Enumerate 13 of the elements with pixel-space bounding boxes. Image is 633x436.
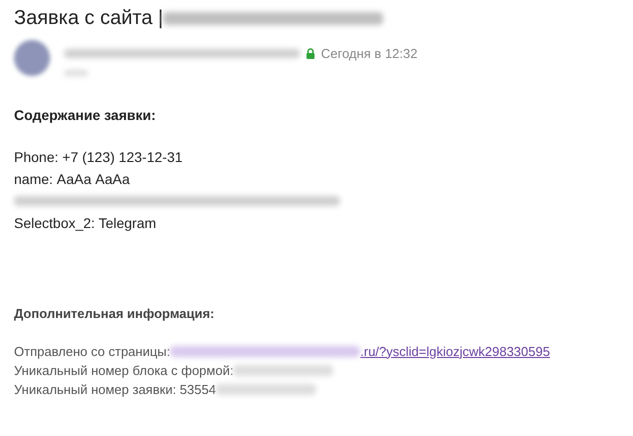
email-time: Сегодня в 12:32 xyxy=(321,45,418,63)
info-label: Уникальный номер заявки: 53554 xyxy=(14,380,216,398)
field-line: Phone: +7 (123) 123-12-31 xyxy=(14,148,183,167)
section-heading: Содержание заявки: xyxy=(14,106,157,125)
avatar-icon xyxy=(14,40,50,76)
info-label: Отправлено со страницы: xyxy=(14,342,170,360)
info-label: Уникальный номер блока с формой: xyxy=(14,362,234,380)
section-heading: Дополнительная информация: xyxy=(14,305,214,323)
field-line: Selectbox_2: Telegram xyxy=(14,214,156,233)
email-subject: Заявка с сайта | xyxy=(14,6,164,31)
field-line: name: АаАа АаАа xyxy=(14,170,130,189)
redacted-blur xyxy=(64,70,88,76)
page-link[interactable]: .ru/?ysclid=lgkiozjcwk298330595 xyxy=(360,342,550,360)
